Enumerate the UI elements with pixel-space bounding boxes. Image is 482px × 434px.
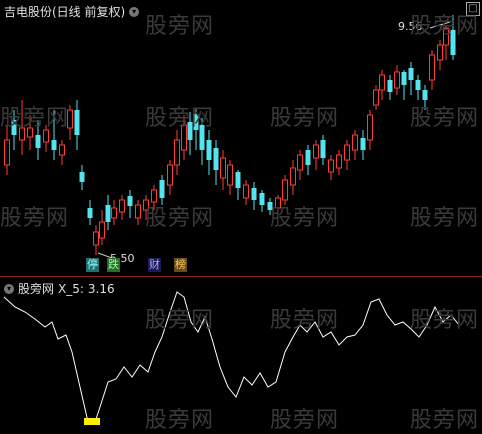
candle-body [159, 180, 165, 198]
watermark: 股旁网 [0, 206, 70, 231]
tag-fall[interactable]: 跌 [107, 258, 120, 272]
candle-body [235, 172, 241, 188]
candle-body [111, 207, 117, 219]
candle-body [119, 199, 125, 213]
candle-body [51, 140, 57, 150]
candle-body [313, 144, 319, 159]
candle-body [251, 188, 257, 200]
candle-body [167, 164, 173, 186]
candle-body [320, 140, 326, 158]
watermark: 股旁网 [270, 206, 340, 231]
indicator-name: 股旁网 [18, 282, 55, 296]
watermark: 股旁网 [410, 206, 480, 231]
candle-body [336, 154, 342, 169]
candle-body [297, 154, 303, 171]
candle-body [127, 196, 133, 206]
series-value: 3.16 [87, 281, 115, 296]
candle-body [35, 135, 41, 148]
candle-body [243, 184, 249, 199]
tag-stop[interactable]: 停 [86, 258, 99, 272]
price-panel[interactable]: 吉电股份(日线 前复权) ▾ □ 9.56 5.50 停 跌 财 榜 股旁网 股… [0, 0, 482, 277]
candle-body [4, 139, 10, 166]
watermark: 股旁网 [145, 106, 215, 131]
candle-body [394, 71, 400, 89]
candle-body [408, 68, 414, 80]
candle-body [87, 208, 93, 218]
candle-body [59, 144, 65, 156]
indicator-panel[interactable]: ▾ 股旁网 X_5: 3.16 股旁网 股旁网 股旁网 股旁网 股旁网 股旁网 [0, 277, 482, 433]
chevron-down-icon[interactable]: ▾ [129, 6, 140, 17]
watermark: 股旁网 [410, 308, 480, 333]
watermark: 股旁网 [410, 14, 480, 39]
watermark: 股旁网 [145, 14, 215, 39]
candle-body [227, 164, 233, 186]
watermark: 股旁网 [270, 408, 340, 433]
indicator-line [3, 291, 460, 423]
candle-body [206, 140, 212, 160]
candle-body [373, 89, 379, 106]
candle-body [290, 167, 296, 186]
watermark: 股旁网 [145, 206, 215, 231]
candle-body [79, 172, 85, 182]
watermark: 股旁网 [270, 106, 340, 131]
chart-header: 吉电股份(日线 前复权) ▾ [4, 3, 140, 20]
candle-body [213, 148, 219, 170]
candle-body [93, 231, 99, 246]
tag-rank[interactable]: 榜 [174, 258, 187, 272]
tag-finance[interactable]: 财 [148, 258, 161, 272]
candle-body [401, 72, 407, 85]
watermark: 股旁网 [0, 106, 70, 131]
candle-body [422, 90, 428, 100]
watermark: 股旁网 [145, 308, 215, 333]
candle-body [367, 114, 373, 141]
candle-body [99, 221, 105, 239]
candle-body [344, 144, 350, 161]
candle-body [174, 139, 180, 166]
candle-body [105, 205, 111, 222]
stock-title: 吉电股份(日线 前复权) [4, 5, 126, 19]
candle-body [135, 204, 141, 219]
candle-body [352, 134, 358, 151]
watermark: 股旁网 [410, 106, 480, 131]
candlestick-chart [4, 15, 456, 259]
watermark: 股旁网 [145, 408, 215, 433]
candle-body [74, 110, 80, 135]
candle-body [305, 150, 311, 165]
candle-body [282, 179, 288, 201]
series-label: X_5: [58, 281, 84, 296]
candle-body [387, 80, 393, 92]
candle-body [259, 193, 265, 205]
indicator-header: ▾ 股旁网 X_5: 3.16 [4, 280, 115, 297]
candle-body [328, 159, 334, 173]
candle-body [429, 54, 435, 81]
candle-body [437, 44, 443, 61]
watermark: 股旁网 [270, 308, 340, 333]
candle-body [220, 157, 226, 179]
candle-body [360, 138, 366, 150]
watermark: 股旁网 [410, 408, 480, 433]
candle-body [379, 74, 385, 91]
candle-body [415, 80, 421, 90]
signal-marker [84, 418, 100, 425]
chevron-down-icon[interactable]: ▾ [4, 283, 14, 294]
